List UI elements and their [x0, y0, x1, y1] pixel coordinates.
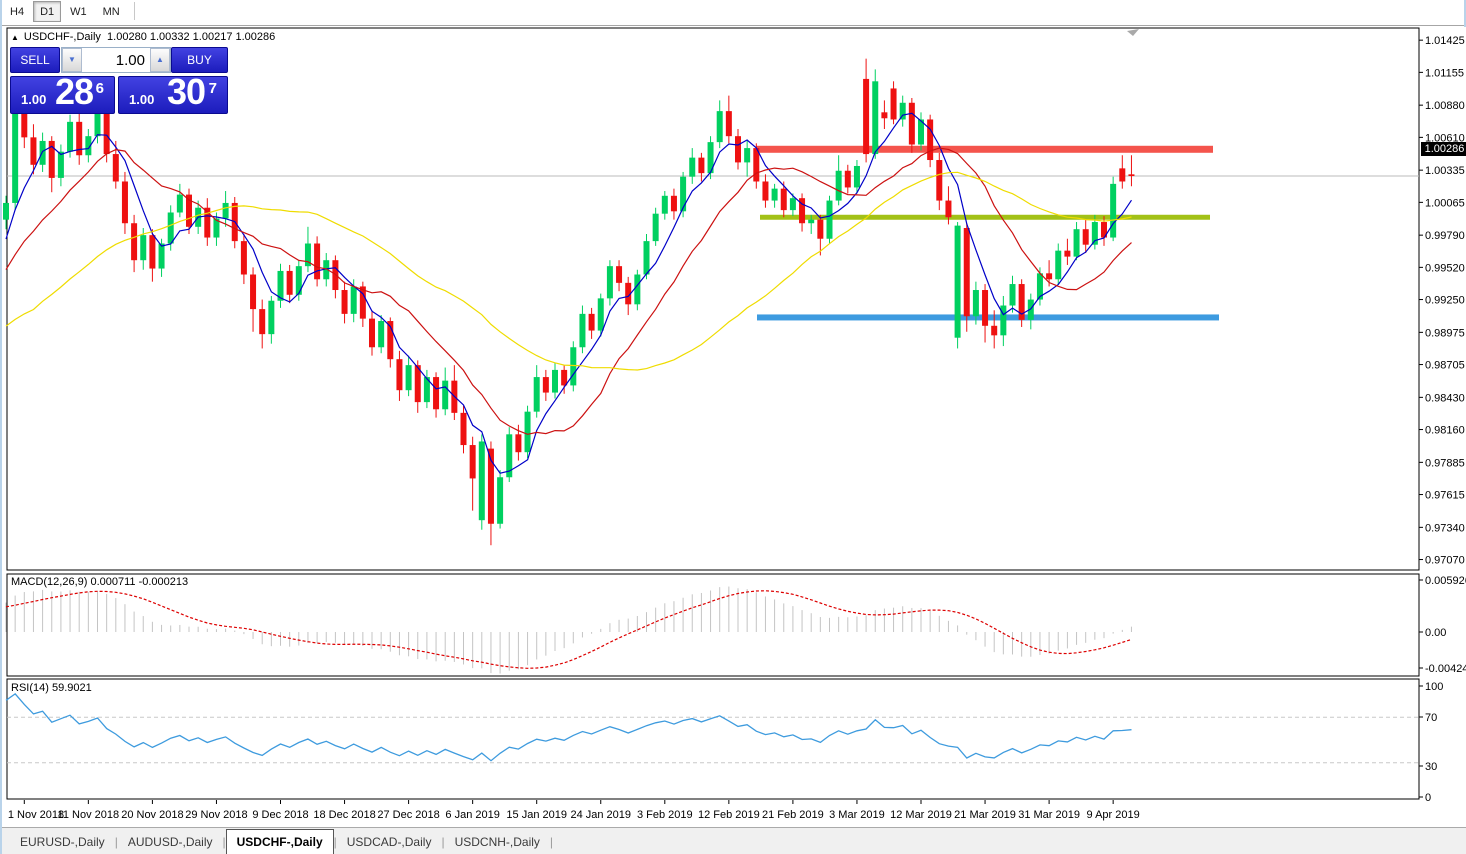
chart-tab-usdcad[interactable]: USDCAD-,Daily — [337, 830, 442, 853]
pane-border-1 — [7, 574, 1419, 676]
macd-signal-line — [6, 591, 1132, 669]
buy-button[interactable]: BUY — [171, 47, 228, 73]
timeframe-tab-mn[interactable]: MN — [96, 1, 127, 22]
price-axis-label: 0.99520 — [1425, 262, 1465, 274]
date-axis-label: 27 Dec 2018 — [377, 809, 439, 821]
price-axis-label: 0.97070 — [1425, 555, 1465, 567]
macd-histogram — [6, 587, 1131, 674]
macd-axis-label: 0.005926 — [1425, 575, 1466, 587]
date-axis-label: 12 Feb 2019 — [698, 809, 760, 821]
rsi-line — [6, 694, 1132, 761]
chart-tab-usdchf[interactable]: USDCHF-,Daily — [226, 829, 334, 854]
price-axis-label: 1.00335 — [1425, 165, 1465, 177]
tab-separator: | — [550, 835, 553, 849]
date-axis-label: 3 Feb 2019 — [637, 809, 693, 821]
sell-price-big: 28 — [55, 71, 93, 113]
sell-price-prefix: 1.00 — [21, 92, 46, 107]
price-axis-label: 1.00880 — [1425, 100, 1465, 112]
one-click-trade-panel: SELL ▼ ▲ BUY 1.00 28 6 1.00 30 7 — [10, 47, 228, 114]
price-axis-label: 0.98430 — [1425, 392, 1465, 404]
chart-tab-usdcnh[interactable]: USDCNH-,Daily — [445, 830, 550, 853]
timeframe-tab-h4[interactable]: H4 — [3, 1, 31, 22]
price-axis-label: 0.97340 — [1425, 522, 1465, 534]
resistance-zone-red[interactable] — [756, 146, 1213, 153]
chart-tab-audusd[interactable]: AUDUSD-,Daily — [118, 830, 223, 853]
terminal-window: H4D1W1MN 1.014251.011551.008801.006101.0… — [0, 0, 1466, 854]
timeframe-toolbar: H4D1W1MN — [2, 0, 1464, 26]
price-axis-label: 0.97615 — [1425, 490, 1465, 502]
price-axis-label: 0.98705 — [1425, 360, 1465, 372]
chart-tab-eurusd[interactable]: EURUSD-,Daily — [10, 830, 115, 853]
date-axis-label: 9 Dec 2018 — [252, 809, 308, 821]
date-axis-label: 3 Mar 2019 — [829, 809, 885, 821]
moving-average-13 — [6, 148, 1132, 434]
macd-label: MACD(12,26,9) 0.000711 -0.000213 — [11, 576, 188, 588]
volume-stepper: ▼ ▲ — [61, 47, 171, 73]
date-axis-label: 9 Apr 2019 — [1087, 809, 1140, 821]
rsi-axis-label: 70 — [1425, 712, 1437, 724]
sell-price-sup: 6 — [96, 80, 104, 97]
date-axis-label: 21 Feb 2019 — [762, 809, 824, 821]
price-axis-label: 1.01425 — [1425, 35, 1465, 47]
price-axis-label: 1.00065 — [1425, 197, 1465, 209]
buy-price-big: 30 — [167, 71, 205, 113]
timeframe-tab-w1[interactable]: W1 — [63, 1, 94, 22]
price-axis-label: 0.97885 — [1425, 457, 1465, 469]
sell-price-panel[interactable]: 1.00 28 6 — [10, 76, 115, 114]
chart-canvas[interactable]: 1.014251.011551.008801.006101.003351.000… — [2, 27, 1466, 827]
price-axis-label: 0.98160 — [1425, 425, 1465, 437]
price-axis-label: 0.98975 — [1425, 327, 1465, 339]
date-axis-label: 11 Nov 2018 — [58, 809, 120, 821]
buy-price-sup: 7 — [209, 80, 217, 97]
date-axis-label: 12 Mar 2019 — [890, 809, 952, 821]
date-axis-label: 18 Dec 2018 — [313, 809, 375, 821]
date-axis-label: 24 Jan 2019 — [570, 809, 631, 821]
moving-average-5 — [6, 113, 1132, 473]
macd-axis-label: 0.00 — [1425, 627, 1446, 639]
symbol-label: USDCHF-,Daily — [24, 31, 101, 43]
toolbar-separator — [134, 2, 135, 20]
date-axis-label: 31 Mar 2019 — [1018, 809, 1080, 821]
price-axis-label: 1.01155 — [1425, 67, 1464, 79]
candles — [3, 59, 1134, 546]
date-axis-label: 6 Jan 2019 — [445, 809, 499, 821]
chart-tab-bar: EURUSD-,Daily|AUDUSD-,Daily|USDCHF-,Dail… — [2, 827, 1466, 854]
rsi-axis-label: 30 — [1425, 761, 1437, 773]
date-axis-label: 21 Mar 2019 — [954, 809, 1016, 821]
date-axis-label: 29 Nov 2018 — [185, 809, 247, 821]
chart-shift-marker — [1127, 29, 1139, 36]
rsi-axis-label: 100 — [1425, 681, 1443, 693]
sell-button[interactable]: SELL — [10, 47, 60, 73]
date-axis-label: 20 Nov 2018 — [121, 809, 183, 821]
chart-window[interactable]: 1.014251.011551.008801.006101.003351.000… — [2, 27, 1466, 827]
moving-average-34 — [6, 172, 1132, 370]
macd-axis-label: -0.004241 — [1425, 663, 1466, 675]
price-axis-label: 0.99250 — [1425, 295, 1465, 307]
collapse-panel-icon[interactable]: ▲ — [11, 33, 19, 42]
date-axis-label: 15 Jan 2019 — [506, 809, 567, 821]
volume-decrease-button[interactable]: ▼ — [62, 48, 82, 72]
current-price-tag: 1.00286 — [1421, 142, 1466, 156]
buy-price-prefix: 1.00 — [129, 92, 154, 107]
chart-symbol-header: ▲ USDCHF-,Daily 1.00280 1.00332 1.00217 1… — [11, 31, 275, 43]
rsi-label: RSI(14) 59.9021 — [11, 682, 92, 694]
volume-input[interactable] — [83, 48, 149, 72]
date-axis-label: 1 Nov 2018 — [8, 809, 64, 821]
buy-price-panel[interactable]: 1.00 30 7 — [118, 76, 228, 114]
price-axis-label: 0.99790 — [1425, 230, 1465, 242]
ohlc-values: 1.00280 1.00332 1.00217 1.00286 — [107, 31, 275, 43]
timeframe-tab-d1[interactable]: D1 — [33, 1, 61, 22]
rsi-axis-label: 0 — [1425, 792, 1431, 804]
volume-increase-button[interactable]: ▲ — [150, 48, 170, 72]
